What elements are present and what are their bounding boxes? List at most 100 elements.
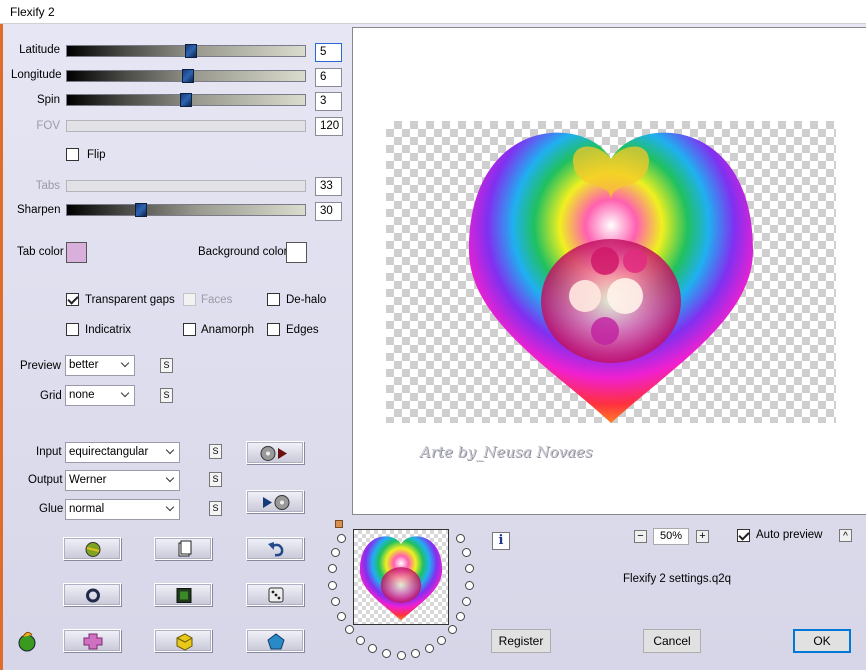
sharpen-slider-thumb[interactable] [134, 203, 147, 217]
orbit-dot[interactable] [336, 611, 346, 621]
input-s-button[interactable]: S [209, 444, 222, 459]
ok-button[interactable]: OK [793, 629, 851, 653]
orbit-dot[interactable] [368, 643, 378, 653]
document-icon [178, 540, 192, 557]
orbit-dot[interactable] [447, 624, 457, 634]
fov-field[interactable]: 120 [315, 117, 343, 136]
sharpen-slider[interactable] [66, 203, 306, 217]
flaming-pear-logo-icon [18, 631, 36, 652]
pentagon-icon [267, 633, 285, 650]
spin-slider[interactable] [66, 93, 306, 107]
copy-button[interactable] [154, 537, 212, 560]
tab-color-label: Tab color [17, 246, 64, 258]
tabs-field[interactable]: 33 [315, 177, 342, 196]
glue-value: normal [69, 503, 105, 515]
tab-color-swatch[interactable] [66, 242, 87, 263]
undo-button[interactable] [246, 537, 304, 560]
orbit-dot[interactable] [437, 635, 447, 645]
orbit-dot[interactable] [396, 650, 406, 660]
load-input-button[interactable] [246, 441, 304, 464]
orbit-dot[interactable] [410, 648, 420, 658]
orbit-dot[interactable] [382, 648, 392, 658]
zoom-out-button[interactable]: − [634, 530, 647, 543]
heart-preview-image [468, 132, 754, 423]
settings-filename: Flexify 2 settings.q2q [623, 573, 732, 585]
zoom-in-button[interactable]: + [696, 530, 709, 543]
edges-label: Edges [286, 324, 319, 336]
orbit-dot[interactable] [327, 580, 337, 590]
chevron-down-icon [165, 502, 175, 512]
dehalo-checkbox[interactable] [267, 293, 280, 306]
navigator-thumbnail[interactable] [353, 529, 449, 625]
latitude-field[interactable]: 5 [315, 43, 342, 62]
preview-quality-select[interactable]: better [65, 355, 135, 376]
chevron-down-icon [120, 388, 130, 398]
navigator-handle[interactable] [335, 520, 343, 528]
longitude-slider[interactable] [66, 69, 306, 83]
orbit-dot[interactable] [462, 548, 472, 558]
orbit-dot[interactable] [465, 580, 475, 590]
longitude-slider-thumb[interactable] [182, 69, 195, 83]
orbit-dot[interactable] [462, 596, 472, 606]
cancel-button[interactable]: Cancel [643, 629, 701, 653]
help-button[interactable]: ^ [839, 529, 852, 542]
latitude-slider[interactable] [66, 44, 306, 58]
random-dice-button[interactable] [246, 583, 304, 606]
register-button[interactable]: Register [491, 629, 551, 653]
disc-play-icon [260, 446, 287, 461]
spin-label: Spin [36, 94, 60, 106]
latitude-slider-thumb[interactable] [184, 44, 197, 58]
output-s-button[interactable]: S [209, 472, 222, 487]
auto-preview-label: Auto preview [756, 529, 823, 541]
save-output-button[interactable] [246, 490, 304, 513]
info-button[interactable]: i [492, 532, 510, 550]
cube-tool-button[interactable] [154, 629, 212, 652]
orbit-dot[interactable] [330, 548, 340, 558]
grid-value: none [69, 389, 95, 401]
preview-pane[interactable]: Arte by_Neusa Novaes [352, 27, 866, 515]
plus-shape-icon [83, 633, 103, 650]
longitude-field[interactable]: 6 [315, 68, 342, 87]
transparent-gaps-checkbox[interactable] [66, 293, 79, 306]
chevron-down-icon [165, 445, 175, 455]
preview-quality-value: better [69, 359, 99, 371]
grid-s-button[interactable]: S [160, 388, 173, 403]
orbit-dot[interactable] [330, 596, 340, 606]
tabs-label: Tabs [35, 180, 60, 192]
orbit-dot[interactable] [465, 564, 475, 574]
grid-select[interactable]: none [65, 385, 135, 406]
square-tool-button[interactable] [154, 583, 212, 606]
fov-slider [66, 120, 306, 132]
anamorph-checkbox[interactable] [183, 323, 196, 336]
input-projection-value: equirectangular [69, 446, 149, 458]
pentagon-tool-button[interactable] [246, 629, 304, 652]
orbit-dot[interactable] [345, 624, 355, 634]
circle-tool-button[interactable] [63, 583, 121, 606]
orbit-dot[interactable] [355, 635, 365, 645]
cross-tool-button[interactable] [63, 629, 121, 652]
preview-s-button[interactable]: S [160, 358, 173, 373]
output-projection-select[interactable]: Werner [65, 470, 180, 491]
undo-icon [268, 542, 284, 557]
indicatrix-checkbox[interactable] [66, 323, 79, 336]
flip-checkbox[interactable] [66, 148, 79, 161]
sharpen-field[interactable]: 30 [315, 202, 342, 221]
spin-slider-thumb[interactable] [180, 93, 192, 107]
glue-select[interactable]: normal [65, 499, 180, 520]
orbit-dot[interactable] [327, 564, 337, 574]
faces-label: Faces [201, 294, 233, 306]
window-title: Flexify 2 [10, 5, 55, 19]
edges-checkbox[interactable] [267, 323, 280, 336]
auto-preview-checkbox[interactable] [737, 529, 750, 542]
orbit-dot[interactable] [456, 533, 466, 543]
input-projection-select[interactable]: equirectangular [65, 442, 180, 463]
background-color-swatch[interactable] [286, 242, 307, 263]
indicatrix-label: Indicatrix [85, 324, 132, 336]
randomize-globe-button[interactable] [63, 537, 121, 560]
orbit-dot[interactable] [456, 611, 466, 621]
glue-s-button[interactable]: S [209, 501, 222, 516]
output-label: Output [28, 474, 63, 486]
orbit-dot[interactable] [424, 643, 434, 653]
spin-field[interactable]: 3 [315, 92, 342, 111]
orbit-dot[interactable] [336, 533, 346, 543]
